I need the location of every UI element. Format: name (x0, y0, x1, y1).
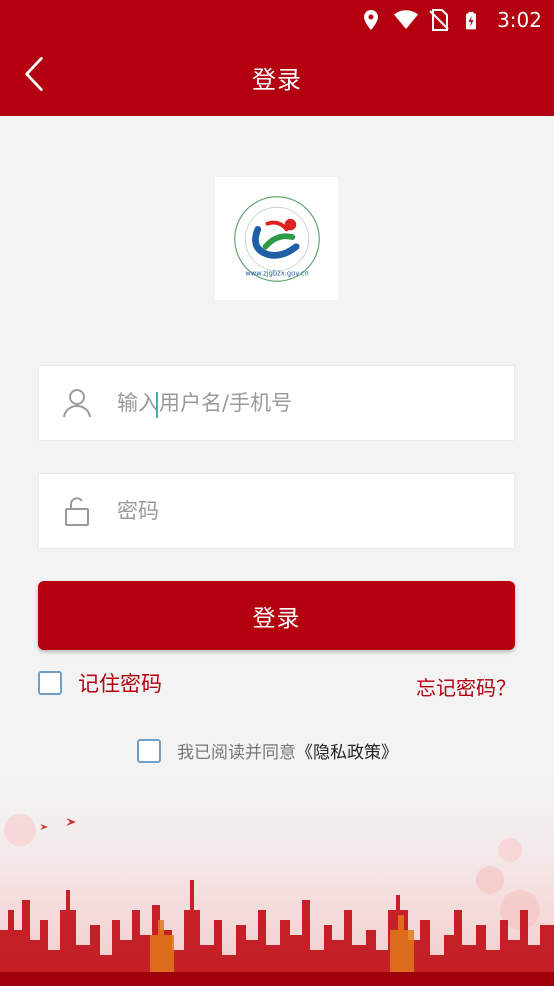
page-title: 登录 (252, 66, 302, 94)
location-icon (359, 8, 383, 32)
remember-label[interactable]: 记住密码 (78, 668, 162, 698)
wifi-icon (393, 8, 419, 32)
username-field[interactable] (38, 365, 515, 441)
username-input[interactable] (117, 366, 514, 440)
status-time: 3:02 (497, 8, 542, 32)
login-button[interactable]: 登录 (38, 581, 515, 650)
background-skyline-illustration (0, 760, 554, 986)
app-bar: 3:02 登录 (0, 0, 554, 116)
user-icon (59, 385, 95, 421)
password-input[interactable] (117, 474, 514, 548)
agree-checkbox[interactable] (137, 738, 161, 763)
svg-text:www.zjgbzx.gov.cn: www.zjgbzx.gov.cn (245, 269, 308, 277)
remember-password[interactable]: 记住密码 (38, 668, 162, 698)
status-bar: 3:02 (0, 0, 554, 40)
org-logo: www.zjgbzx.gov.cn (215, 177, 338, 300)
password-field[interactable] (38, 473, 515, 549)
no-sim-icon (427, 8, 451, 32)
battery-charging-icon (461, 8, 485, 32)
text-cursor (156, 392, 158, 418)
forgot-password-link[interactable]: 忘记密码？ (416, 672, 516, 701)
lock-icon (59, 493, 95, 529)
remember-checkbox[interactable] (38, 671, 62, 695)
